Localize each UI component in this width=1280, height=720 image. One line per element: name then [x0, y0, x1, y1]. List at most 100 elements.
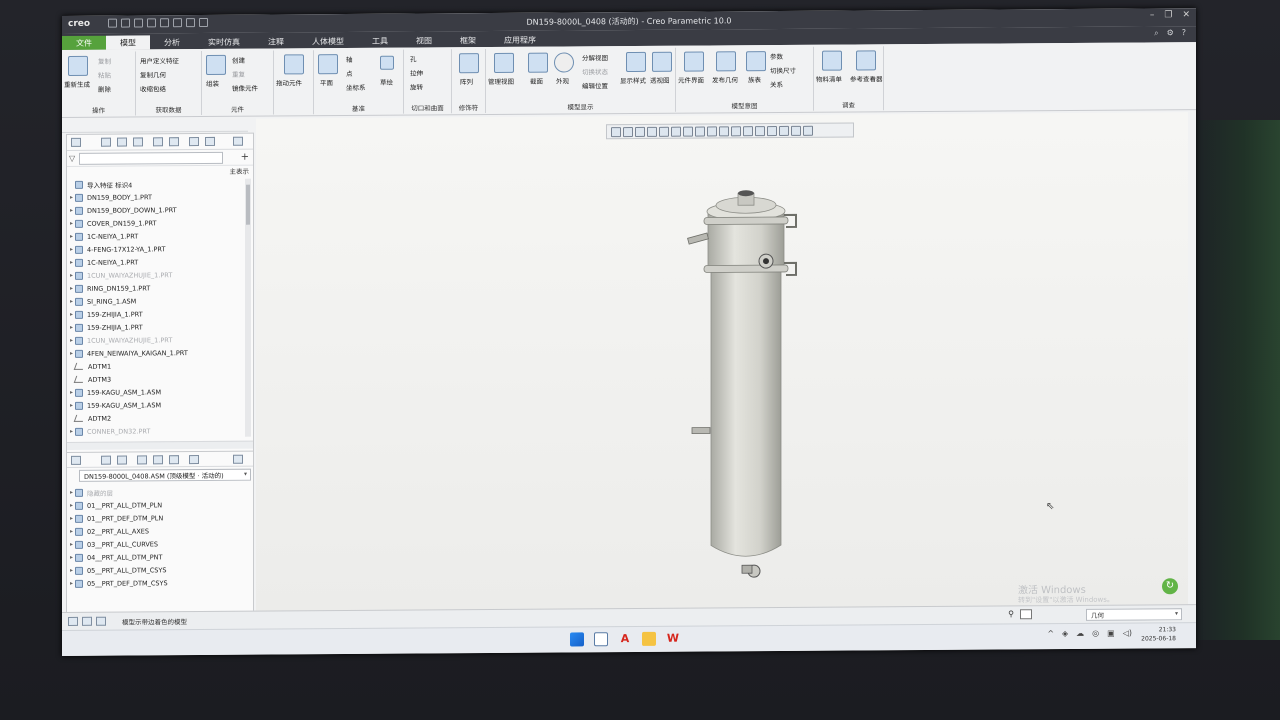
- acrobat-icon[interactable]: A: [618, 632, 632, 646]
- tree-row[interactable]: ▸ 4FEN_NEIWAIYA_KAIGAN_1.PRT: [67, 346, 245, 360]
- tree-row[interactable]: ▸ 159-ZHIJIA_1.PRT: [67, 307, 245, 321]
- appearance-icon[interactable]: [554, 52, 574, 73]
- edit-position-button[interactable]: 编辑位置: [582, 80, 608, 90]
- tab-annotate[interactable]: 注释: [254, 34, 298, 48]
- tree-row[interactable]: ▸ CONNER_DN32.PRT: [67, 424, 245, 438]
- expand-arrow-icon[interactable]: ▸: [67, 515, 75, 522]
- tree-row[interactable]: ▸ 1CUN_WAIYAZHUJIE_1.PRT: [67, 333, 245, 347]
- tab-manikin[interactable]: 人体模型: [298, 34, 358, 48]
- udf-button[interactable]: 用户定义特征: [140, 55, 179, 65]
- copy-button[interactable]: 复制: [98, 56, 111, 66]
- funnel-icon[interactable]: ▽: [69, 154, 75, 163]
- tab-applications[interactable]: 应用程序: [490, 33, 550, 47]
- perspective-button[interactable]: 透视图: [650, 75, 670, 85]
- expand-arrow-icon[interactable]: ▸: [67, 541, 75, 548]
- expand-arrow-icon[interactable]: ▸: [67, 502, 75, 509]
- expand-arrow-icon[interactable]: ▸: [67, 298, 75, 305]
- display-style-button[interactable]: 显示样式: [620, 75, 646, 85]
- start-icon[interactable]: [570, 632, 584, 647]
- tree-row[interactable]: ADTM2: [67, 411, 245, 425]
- tree-row[interactable]: ADTM3: [67, 372, 245, 386]
- settings-icon[interactable]: ⚙: [1167, 28, 1174, 38]
- tree-hscrollbar[interactable]: [67, 440, 253, 450]
- toggle-status-button[interactable]: 切换状态: [582, 66, 608, 76]
- tree-row[interactable]: ▸ 159-KAGU_ASM_1.ASM: [67, 398, 245, 412]
- tree-row[interactable]: ▸ 1C-NEIYA_1.PRT: [67, 255, 245, 269]
- tree-columns-icon[interactable]: [117, 137, 127, 147]
- tree-row[interactable]: ▸ COVER_DN159_1.PRT: [67, 216, 245, 230]
- tab-model[interactable]: 模型: [106, 35, 150, 50]
- layer-row[interactable]: ▸ 01__PRT_ALL_DTM_PLN: [67, 498, 253, 512]
- drag-components-button[interactable]: 拖动元件: [276, 77, 302, 87]
- expand-arrow-icon[interactable]: ▸: [67, 337, 75, 344]
- section-icon[interactable]: [528, 52, 548, 73]
- expand-arrow-icon[interactable]: ▸: [67, 324, 75, 331]
- regenerate-button[interactable]: 重新生成: [64, 79, 90, 89]
- layer-row[interactable]: ▸ 04__PRT_ALL_DTM_PNT: [67, 550, 253, 564]
- bom-icon[interactable]: [822, 50, 842, 71]
- section-button[interactable]: 截面: [530, 76, 543, 86]
- tree-row[interactable]: ▸ 159-KAGU_ASM_1.ASM: [67, 385, 245, 399]
- tree-scrollbar-thumb[interactable]: [246, 184, 250, 225]
- tree-row[interactable]: 导入特征 标识4: [67, 177, 245, 191]
- regenerate-icon[interactable]: [68, 55, 88, 76]
- reference-viewer-button[interactable]: 参考查看器: [850, 73, 883, 83]
- appearance-button[interactable]: 外观: [556, 75, 569, 85]
- expand-arrow-icon[interactable]: ▸: [67, 194, 75, 201]
- layer-row[interactable]: ▸ 02__PRT_ALL_AXES: [67, 524, 253, 538]
- tree-row[interactable]: ▸ 159-ZHIJIA_1.PRT: [67, 320, 245, 334]
- expand-arrow-icon[interactable]: ▸: [67, 246, 75, 253]
- maximize-button[interactable]: ❐: [1164, 10, 1172, 20]
- graphics-viewport[interactable]: ⇖ 激活 Windows 转到"设置"以激活 Windows。 ↻: [256, 112, 1188, 619]
- fullscreen-icon[interactable]: [96, 616, 106, 626]
- sketch-button[interactable]: 草绘: [380, 77, 393, 87]
- layer-row[interactable]: ▸ 05__PRT_DEF_DTM_CSYS: [67, 576, 253, 590]
- hand-drag-icon[interactable]: [284, 54, 304, 75]
- expand-arrow-icon[interactable]: ▸: [67, 580, 75, 587]
- clock[interactable]: 21:33 2025-06-18: [1141, 625, 1176, 643]
- layer-columns-icon[interactable]: [117, 455, 127, 465]
- assemble-icon[interactable]: [206, 54, 226, 75]
- axis-button[interactable]: 轴: [346, 54, 353, 64]
- layer-view-icon[interactable]: [101, 455, 111, 465]
- browser-toggle-icon[interactable]: [82, 616, 92, 626]
- expand-arrow-icon[interactable]: ▸: [67, 233, 75, 240]
- expand-arrow-icon[interactable]: ▸: [67, 311, 75, 318]
- tree-row[interactable]: ▸ DN159_BODY_1.PRT: [67, 190, 245, 204]
- tab-file[interactable]: 文件: [62, 35, 106, 50]
- model-tree-tab-icon[interactable]: [71, 137, 81, 147]
- expand-arrow-icon[interactable]: ▸: [67, 207, 75, 214]
- assemble-button[interactable]: 组装: [206, 78, 219, 88]
- expand-arrow-icon[interactable]: ▸: [67, 567, 75, 574]
- exploded-view-button[interactable]: 分解视图: [582, 52, 608, 62]
- extrude-button[interactable]: 拉伸: [410, 67, 423, 77]
- point-button[interactable]: 点: [346, 68, 353, 78]
- layer-props-icon[interactable]: [137, 455, 147, 465]
- layer-icon[interactable]: [133, 137, 143, 147]
- layer-row[interactable]: ▸ 隐藏的层: [67, 485, 253, 499]
- layer-hide-icon[interactable]: [153, 455, 163, 465]
- cloud-icon[interactable]: ☁: [1076, 629, 1084, 638]
- input-method-icon[interactable]: ▣: [1107, 629, 1115, 638]
- add-column-icon[interactable]: +: [241, 152, 249, 163]
- expand-arrow-icon[interactable]: ▸: [67, 528, 75, 535]
- tree-scrollbar[interactable]: [245, 178, 251, 437]
- tree-view-icon[interactable]: [101, 137, 111, 147]
- parameters-button[interactable]: 参数: [770, 51, 783, 61]
- creo-app-icon[interactable]: [594, 632, 608, 647]
- publish-geometry-button[interactable]: 发布几何: [712, 74, 738, 84]
- tree-row[interactable]: ▸ DN159_BODY_DOWN_1.PRT: [67, 203, 245, 217]
- file-explorer-icon[interactable]: [642, 631, 656, 646]
- manage-views-icon[interactable]: [494, 52, 514, 73]
- tree-row[interactable]: ▸ 1C-NEIYA_1.PRT: [67, 229, 245, 243]
- layer-row[interactable]: ▸ 01__PRT_DEF_DTM_PLN: [67, 511, 253, 525]
- family-table-button[interactable]: 族表: [748, 74, 761, 84]
- layer-row[interactable]: ▸ 03__PRT_ALL_CURVES: [67, 537, 253, 551]
- expand-arrow-icon[interactable]: ▸: [67, 389, 75, 396]
- pattern-icon[interactable]: [459, 53, 479, 74]
- chevron-up-icon[interactable]: ^: [1047, 629, 1054, 638]
- layer-show-icon[interactable]: [169, 455, 179, 465]
- expand-arrow-icon[interactable]: ▸: [67, 272, 75, 279]
- perspective-icon[interactable]: [652, 51, 672, 72]
- switch-dimensions-button[interactable]: 切换尺寸: [770, 65, 796, 75]
